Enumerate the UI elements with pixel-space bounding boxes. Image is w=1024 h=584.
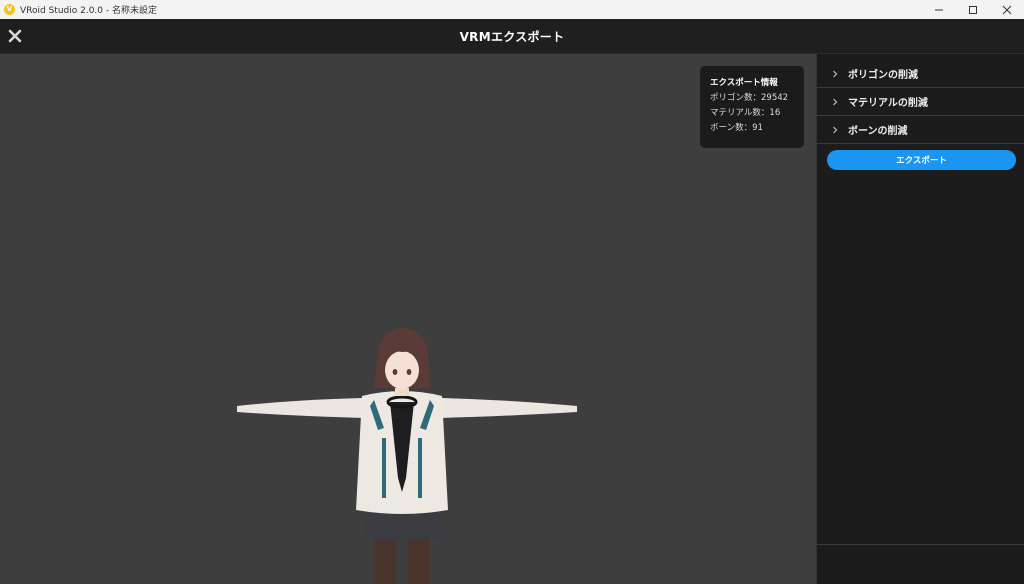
close-export-icon[interactable] <box>6 27 24 45</box>
export-header: VRMエクスポート <box>0 19 1024 54</box>
export-info-title: エクスポート情報 <box>710 78 778 88</box>
chevron-right-icon <box>833 70 838 77</box>
window-controls <box>922 0 1024 19</box>
chevron-right-icon <box>833 98 838 105</box>
window-title-bar: V VRoid Studio 2.0.0 - 名称未設定 <box>0 0 1024 19</box>
accordion-label: マテリアルの削減 <box>848 98 928 109</box>
minimize-icon <box>935 9 943 10</box>
export-settings-sidebar: ポリゴンの削減 マテリアルの削減 ボーンの削減 エクスポート <box>816 54 1024 584</box>
export-button[interactable]: エクスポート <box>827 150 1016 170</box>
material-count: マテリアル数：16 <box>710 108 781 118</box>
model-viewport[interactable]: エクスポート情報 ポリゴン数：29542 マテリアル数：16 ボーン数：91 <box>0 54 816 584</box>
page-title: VRMエクスポート <box>459 29 565 44</box>
accordion-polygon-reduction[interactable]: ポリゴンの削減 <box>817 60 1024 88</box>
window-title: VRoid Studio 2.0.0 - 名称未設定 <box>20 6 157 16</box>
divider <box>817 544 1024 545</box>
maximize-icon <box>969 5 977 14</box>
accordion-material-reduction[interactable]: マテリアルの削減 <box>817 88 1024 116</box>
avatar-model <box>237 328 577 584</box>
chevron-right-icon <box>833 126 838 133</box>
vroid-logo-icon: V <box>4 4 15 15</box>
polygon-count: ポリゴン数：29542 <box>710 93 789 103</box>
minimize-button[interactable] <box>922 0 956 19</box>
export-info-panel: エクスポート情報 ポリゴン数：29542 マテリアル数：16 ボーン数：91 <box>700 66 804 148</box>
bone-count: ボーン数：91 <box>710 123 763 133</box>
maximize-button[interactable] <box>956 0 990 19</box>
accordion-bone-reduction[interactable]: ボーンの削減 <box>817 116 1024 144</box>
accordion-label: ボーンの削減 <box>848 126 908 137</box>
window-close-icon <box>1002 5 1012 14</box>
accordion-label: ポリゴンの削減 <box>848 70 918 81</box>
window-close-button[interactable] <box>990 0 1024 19</box>
